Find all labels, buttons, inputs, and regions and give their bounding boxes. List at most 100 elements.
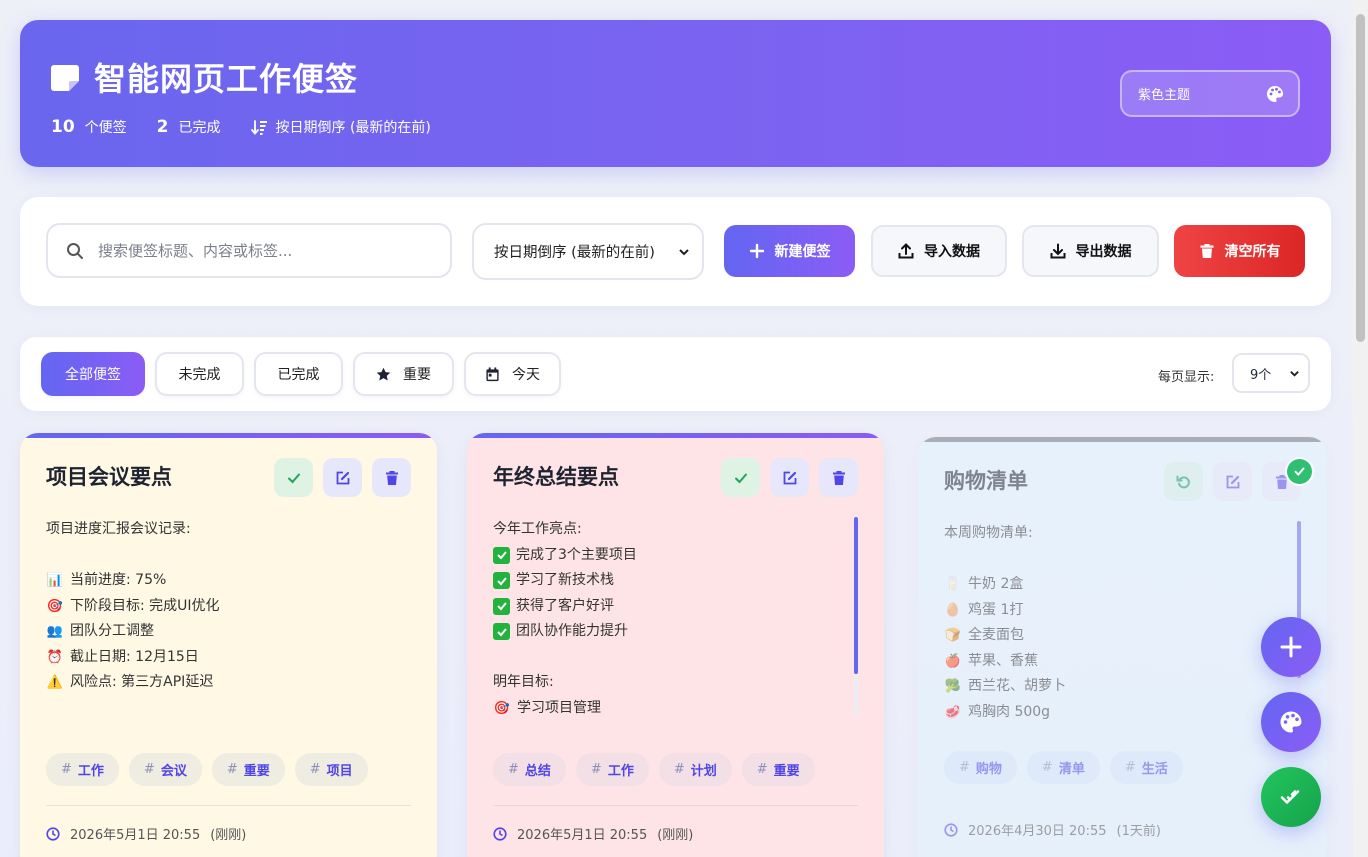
- palette-icon: [1267, 85, 1283, 102]
- chevron-down-icon: [1290, 370, 1299, 377]
- apple-emoji-icon: 🍎: [944, 653, 962, 669]
- clear-all-button[interactable]: 清空所有: [1174, 225, 1305, 277]
- sort-select[interactable]: 按日期倒序 (最新的在前): [472, 223, 704, 280]
- tag-label: 生活: [1141, 762, 1168, 777]
- delete-button[interactable]: [819, 458, 858, 497]
- note-content: 今年工作亮点: 完成了3个主要项目 学习了新技术栈 获得了客户好评 团队协作能力…: [493, 517, 637, 721]
- tag-chip[interactable]: # 工作: [575, 753, 649, 786]
- delete-button[interactable]: [372, 458, 411, 497]
- note-date: 2026年5月1日 20:55: [70, 828, 201, 843]
- filter-bar: 全部便签 未完成 已完成 重要 今天 每页显示: 9个: [20, 337, 1331, 411]
- note-line: 明年目标:: [493, 670, 637, 696]
- tag-chip[interactable]: # 工作: [46, 753, 119, 786]
- filter-today-label: 今天: [512, 367, 540, 383]
- egg-emoji-icon: 🥚: [944, 602, 962, 618]
- note-line: 完成了3个主要项目: [493, 543, 637, 569]
- complete-button[interactable]: [274, 458, 313, 497]
- filter-all-label: 全部便签: [65, 367, 121, 383]
- note-meta: 2026年5月1日 20:55 (刚刚): [46, 824, 246, 843]
- undo-complete-button[interactable]: [1164, 462, 1203, 501]
- filter-today-button[interactable]: 今天: [464, 352, 561, 396]
- warning-emoji-icon: ⚠️: [46, 675, 64, 690]
- per-page-select[interactable]: 9个: [1232, 353, 1310, 393]
- complete-button[interactable]: [721, 458, 760, 497]
- export-button[interactable]: 导出数据: [1022, 225, 1159, 277]
- total-stat: 10 个便签: [51, 117, 127, 137]
- note-line: 🥛 牛奶 2盒: [944, 572, 1066, 598]
- note-card[interactable]: 项目会议要点 项目进度汇报会议记录: 📊 当前进度: 75% 🎯 下阶段目标: 完成…: [20, 433, 437, 857]
- tag-label: 计划: [690, 764, 717, 779]
- tag-chip[interactable]: # 清单: [1026, 751, 1100, 784]
- filter-done-label: 已完成: [277, 367, 320, 383]
- clock-icon: [493, 826, 507, 841]
- note-relative-time: (刚刚): [210, 828, 247, 843]
- note-line-text: 团队协作能力提升: [516, 623, 628, 639]
- milk-emoji-icon: 🥛: [944, 577, 962, 592]
- tag-label: 会议: [160, 764, 187, 779]
- note-line: 🎯 下阶段目标: 完成UI优化: [46, 594, 220, 620]
- fab-theme-button[interactable]: [1261, 692, 1321, 752]
- edit-button[interactable]: [770, 458, 809, 497]
- tag-chip[interactable]: # 生活: [1109, 751, 1183, 784]
- note-line: 🥚 鸡蛋 1打: [944, 598, 1066, 624]
- filter-important-button[interactable]: 重要: [353, 352, 454, 396]
- note-card[interactable]: 年终总结要点 今年工作亮点: 完成了3个主要项目 学习了新技术栈 获得了客户好评…: [467, 433, 884, 857]
- tag-label: 工作: [607, 764, 634, 779]
- tag-chip[interactable]: # 总结: [493, 753, 566, 786]
- per-page-label: 每页显示:: [1158, 370, 1215, 385]
- tag-label: 工作: [77, 764, 104, 779]
- note-line-text: 鸡胸肉 500g: [968, 703, 1051, 720]
- note-line: 📊 当前进度: 75%: [46, 568, 220, 594]
- note-line-text: 团队分工调整: [70, 623, 154, 639]
- trash-icon: [1200, 244, 1213, 258]
- note-line-text: 风险点: 第三方API延迟: [70, 674, 214, 690]
- checkbox-emoji-icon: [493, 597, 510, 615]
- page-scrollbar[interactable]: [1353, 0, 1368, 857]
- note-line-text: 截止日期: 12月15日: [70, 648, 199, 665]
- note-line: ⏰ 截止日期: 12月15日: [46, 645, 220, 671]
- tag-label: 购物: [975, 762, 1002, 777]
- filter-todo-button[interactable]: 未完成: [155, 352, 244, 396]
- edit-button[interactable]: [323, 458, 362, 497]
- total-label: 个便签: [84, 120, 127, 136]
- note-title: 年终总结要点: [493, 465, 619, 489]
- done-count: 2: [156, 117, 169, 137]
- search-input[interactable]: [98, 241, 418, 260]
- search-box[interactable]: [46, 223, 452, 278]
- checkbox-emoji-icon: [493, 546, 510, 564]
- theme-switch-button[interactable]: 紫色主题: [1120, 70, 1300, 117]
- content-scrollbar-thumb[interactable]: [854, 517, 858, 674]
- tag-chip[interactable]: # 项目: [294, 753, 368, 786]
- tag-chip[interactable]: # 购物: [944, 751, 1017, 784]
- note-line-text: 获得了客户好评: [516, 597, 614, 614]
- tag-chip[interactable]: # 计划: [658, 753, 732, 786]
- note-line: 获得了客户好评: [493, 594, 637, 620]
- note-title: 项目会议要点: [46, 465, 172, 489]
- fab-add-note-button[interactable]: [1261, 617, 1321, 677]
- import-button[interactable]: 导入数据: [871, 225, 1007, 277]
- edit-button[interactable]: [1213, 462, 1252, 501]
- note-intro: 本周购物清单:: [944, 525, 1033, 541]
- note-meta: 2026年5月1日 20:55 (刚刚): [493, 824, 693, 843]
- completed-check-icon: [1287, 459, 1312, 484]
- card-accent-bar: [918, 437, 1327, 442]
- sort-desc-icon: [250, 119, 267, 135]
- scrollbar-thumb[interactable]: [1356, 14, 1365, 342]
- filter-done-button[interactable]: 已完成: [254, 352, 343, 396]
- filter-all-button[interactable]: 全部便签: [41, 352, 145, 396]
- clock-icon: [46, 826, 60, 841]
- tag-chip[interactable]: # 重要: [211, 753, 285, 786]
- fab-done-all-button[interactable]: [1261, 767, 1321, 827]
- chart-emoji-icon: 📊: [46, 573, 64, 588]
- tag-label: 项目: [326, 764, 353, 779]
- note-title: 购物清单: [944, 469, 1028, 493]
- note-line: 🍞 全麦面包: [944, 623, 1066, 649]
- new-note-button[interactable]: 新建便签: [724, 225, 855, 277]
- content-scrollbar[interactable]: [854, 517, 858, 717]
- tag-chip[interactable]: # 会议: [128, 753, 202, 786]
- tag-chip[interactable]: # 重要: [741, 753, 815, 786]
- note-line-text: 完成了3个主要项目: [516, 546, 637, 563]
- card-accent-bar: [20, 433, 437, 438]
- upload-icon: [898, 243, 914, 259]
- note-tags: # 工作 # 会议 # 重要 # 项目: [46, 753, 368, 786]
